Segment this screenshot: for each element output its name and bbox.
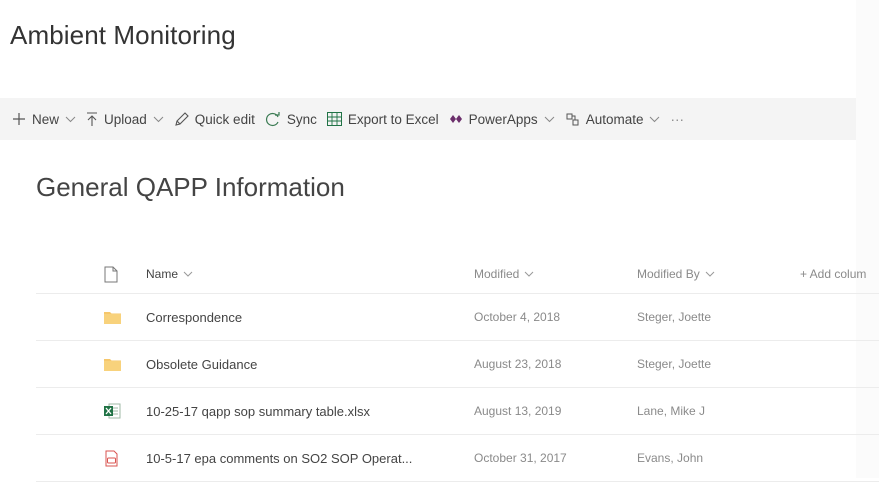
site-title: Ambient Monitoring	[10, 20, 236, 50]
chevron-down-icon	[544, 116, 555, 123]
column-header-modified[interactable]: Modified	[474, 255, 534, 293]
chevron-down-icon	[65, 116, 76, 123]
sync-button[interactable]: Sync	[265, 111, 317, 127]
item-modified-by[interactable]: Steger, Joette	[637, 341, 711, 387]
column-header-name[interactable]: Name	[146, 255, 193, 293]
item-modified: August 13, 2019	[474, 404, 562, 418]
item-modified-by[interactable]: Evans, John	[637, 435, 703, 481]
list-item[interactable]: 10-5-17 epa comments on SO2 SOP Operat..…	[36, 435, 879, 482]
chevron-down-icon	[153, 116, 164, 123]
chevron-down-icon	[524, 271, 534, 277]
excel-icon	[326, 112, 342, 126]
quick-edit-button[interactable]: Quick edit	[174, 112, 255, 127]
pdf-file-icon	[104, 435, 122, 481]
export-to-excel-button[interactable]: Export to Excel	[326, 111, 439, 127]
powerapps-icon	[449, 114, 463, 124]
new-button[interactable]: New	[12, 112, 76, 127]
list-item[interactable]: Correspondence October 4, 2018 Steger, J…	[36, 294, 879, 341]
file-type-icon[interactable]	[104, 255, 122, 293]
item-modified-by[interactable]: Lane, Mike J	[637, 388, 705, 434]
upload-icon	[86, 111, 98, 127]
command-bar: New Upload Quick edit Sync Export to Exc…	[0, 98, 856, 140]
more-button[interactable]: ···	[670, 112, 684, 127]
excel-file-icon	[104, 388, 122, 434]
powerapps-button[interactable]: PowerApps	[449, 112, 555, 127]
item-modified: August 23, 2018	[474, 357, 562, 371]
upload-button[interactable]: Upload	[86, 112, 164, 127]
new-label: New	[32, 111, 60, 127]
chevron-down-icon	[705, 271, 715, 277]
list-item[interactable]: Obsolete Guidance August 23, 2018 Steger…	[36, 341, 879, 388]
automate-label: Automate	[585, 111, 644, 127]
sync-label: Sync	[286, 111, 317, 127]
item-name[interactable]: 10-5-17 epa comments on SO2 SOP Operat..…	[146, 435, 412, 481]
more-icon: ···	[670, 111, 684, 127]
item-name[interactable]: 10-25-17 qapp sop summary table.xlsx	[146, 388, 370, 434]
column-header-modified-by[interactable]: Modified By	[637, 255, 715, 293]
automate-icon	[565, 112, 580, 127]
export-label: Export to Excel	[347, 111, 439, 127]
list-header: Name Modified Modified By + Add colum	[36, 255, 879, 294]
item-name[interactable]: Correspondence	[146, 294, 242, 340]
plus-icon	[12, 112, 26, 126]
pencil-icon	[174, 111, 189, 127]
library-title: General QAPP Information	[36, 172, 345, 202]
folder-icon	[104, 341, 122, 387]
item-name[interactable]: Obsolete Guidance	[146, 341, 257, 387]
upload-label: Upload	[104, 111, 147, 127]
chevron-down-icon	[649, 116, 660, 123]
add-column-button[interactable]: + Add colum	[800, 255, 866, 293]
folder-icon	[104, 294, 122, 340]
chevron-down-icon	[183, 271, 193, 277]
item-modified: October 4, 2018	[474, 310, 561, 324]
powerapps-label: PowerApps	[468, 111, 538, 127]
automate-button[interactable]: Automate	[565, 112, 661, 127]
document-list: Name Modified Modified By + Add colum Co…	[36, 255, 879, 482]
sync-icon	[265, 111, 281, 127]
list-item[interactable]: 10-25-17 qapp sop summary table.xlsx Aug…	[36, 388, 879, 435]
item-modified-by[interactable]: Steger, Joette	[637, 294, 711, 340]
quick-edit-label: Quick edit	[194, 111, 255, 127]
item-modified: October 31, 2017	[474, 451, 567, 465]
